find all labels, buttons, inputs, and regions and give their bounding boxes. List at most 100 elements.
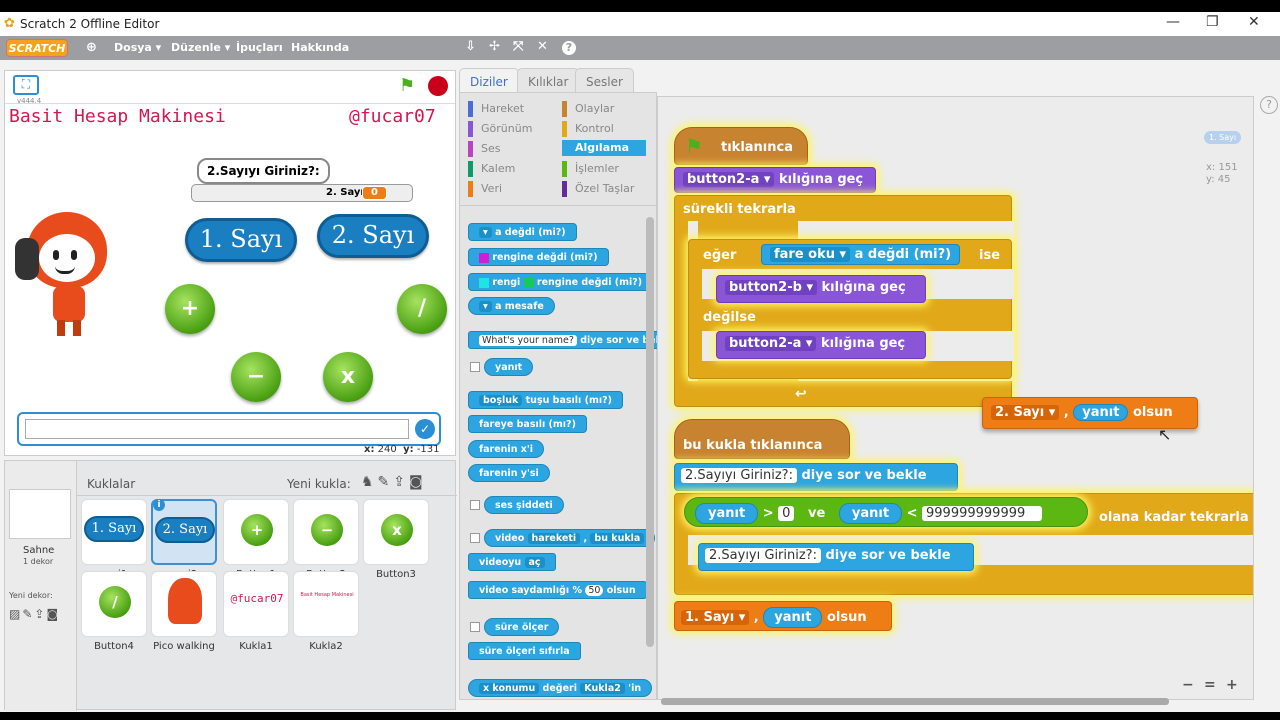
block-reset-timer[interactable]: süre ölçeri sıfırla bbox=[468, 642, 581, 660]
when-flag-clicked-block[interactable]: ⚑ tıklanınca bbox=[674, 127, 808, 165]
cat-more[interactable]: Özel Taşlar bbox=[562, 181, 646, 197]
sprite-thumb-6[interactable] bbox=[151, 571, 217, 637]
shrink-icon[interactable]: ✕ bbox=[537, 39, 548, 54]
cat-operators[interactable]: İşlemler bbox=[562, 161, 646, 177]
backdrop-tools-icon[interactable]: ▨✎⇪◙ bbox=[9, 607, 60, 621]
zoom-out-icon[interactable]: − bbox=[1182, 677, 1194, 693]
loudness-checkbox[interactable] bbox=[470, 500, 480, 510]
tab-costumes[interactable]: Kılıklar bbox=[517, 68, 580, 94]
block-touching[interactable]: ▾ a değdi (mi?) bbox=[468, 223, 577, 241]
green-flag-icon[interactable]: ⚑ bbox=[399, 75, 415, 96]
ask-block-2[interactable]: 2.Sayıyı Giriniz?: diye sor ve bekle bbox=[698, 543, 974, 571]
minimize-button[interactable]: — bbox=[1166, 14, 1180, 30]
multiply-button-sprite[interactable]: x bbox=[323, 352, 373, 402]
stop-icon[interactable] bbox=[428, 76, 448, 96]
sprite-thumb-0[interactable]: 1. Sayı bbox=[81, 499, 147, 565]
zoom-reset-icon[interactable]: = bbox=[1204, 677, 1216, 693]
sprite-thumb-image: 2. Sayı bbox=[155, 517, 215, 543]
block-distance[interactable]: ▾ a mesafe bbox=[468, 297, 555, 315]
menu-about[interactable]: Hakkında bbox=[291, 41, 349, 54]
delete-icon[interactable]: ✢ bbox=[489, 39, 500, 54]
stage-thumbnail[interactable] bbox=[9, 489, 71, 539]
tab-sounds[interactable]: Sesler bbox=[575, 68, 634, 94]
pico-walking-sprite[interactable] bbox=[15, 208, 119, 340]
sprite-thumb-8[interactable]: Basit Hesap Makinesi bbox=[293, 571, 359, 637]
info-icon[interactable]: i bbox=[153, 499, 165, 511]
sprite-thumb-1[interactable]: 2. Sayı i bbox=[151, 499, 217, 565]
cat-events[interactable]: Olaylar bbox=[562, 101, 646, 117]
block-video-sensing[interactable]: video hareketi , bu kukla bbox=[484, 529, 656, 547]
help-tips-icon[interactable]: ? bbox=[1260, 96, 1278, 114]
zoom-in-icon[interactable]: + bbox=[1226, 677, 1238, 693]
divide-button-sprite[interactable]: / bbox=[397, 284, 447, 334]
block-video-transparency[interactable]: video saydamlığı % 50 olsun bbox=[468, 581, 647, 599]
timer-checkbox[interactable] bbox=[470, 622, 480, 632]
duplicate-icon[interactable]: ⇩ bbox=[465, 39, 476, 54]
cat-sensing[interactable]: Algılama bbox=[562, 140, 646, 156]
globe-icon[interactable]: ⊕ bbox=[86, 40, 97, 55]
sprite-thumb-5[interactable]: / bbox=[81, 571, 147, 637]
answer-checkbox[interactable] bbox=[470, 362, 480, 372]
block-of[interactable]: x konumu değeri Kukla2 'in bbox=[468, 679, 653, 697]
menu-edit[interactable]: Düzenle ▾ bbox=[171, 41, 230, 54]
sprite-thumb-3[interactable]: − bbox=[293, 499, 359, 565]
restore-button[interactable]: ❐ bbox=[1206, 14, 1219, 30]
ask-block-1[interactable]: 2.Sayıyı Giriniz?: diye sor ve bekle bbox=[674, 463, 958, 491]
minus-button-sprite[interactable]: − bbox=[231, 352, 281, 402]
block-mouse-y[interactable]: farenin y'si bbox=[468, 464, 550, 482]
presentation-mode-icon[interactable]: ⛶ bbox=[13, 75, 39, 95]
sprite-thumb-image: x bbox=[381, 514, 413, 546]
answer-input[interactable] bbox=[25, 419, 409, 439]
block-loudness[interactable]: ses şiddeti bbox=[484, 496, 564, 514]
cat-motion[interactable]: Hareket bbox=[468, 101, 552, 117]
cat-sound[interactable]: Ses bbox=[468, 141, 552, 157]
block-turn-video[interactable]: videoyu aç bbox=[468, 553, 556, 571]
palette-scrollbar[interactable] bbox=[646, 217, 654, 647]
scratch-logo[interactable]: SCRATCH bbox=[6, 39, 68, 57]
plus-button-sprite[interactable]: + bbox=[165, 284, 215, 334]
tab-scripts[interactable]: Diziler bbox=[459, 68, 519, 94]
menu-tips[interactable]: İpuçları bbox=[236, 41, 283, 54]
cat-control[interactable]: Kontrol bbox=[562, 121, 646, 137]
set-variable-block[interactable]: 1. Sayı ▾ , yanıt olsun bbox=[674, 601, 892, 631]
block-mouse-down[interactable]: fareye basılı (mı?) bbox=[468, 415, 587, 433]
block-timer[interactable]: süre ölçer bbox=[484, 618, 560, 636]
stage-canvas[interactable]: Basit Hesap Makinesi @fucar07 2. Sayı 0 … bbox=[5, 103, 455, 455]
and-condition[interactable]: yanıt > 0 ve yanıt < 999999999999 bbox=[684, 497, 1088, 527]
sprite-thumb-7[interactable]: @fucar07 bbox=[223, 571, 289, 637]
sprite-thumb-2[interactable]: + bbox=[223, 499, 289, 565]
sayi1-sprite[interactable]: 1. Sayı bbox=[185, 218, 297, 262]
sprite-thumb-image bbox=[168, 578, 202, 624]
scripts-hscrollbar[interactable] bbox=[661, 698, 1169, 705]
sayi2-sprite[interactable]: 2. Sayı bbox=[317, 214, 429, 258]
cat-data[interactable]: Veri bbox=[468, 181, 552, 197]
help-icon[interactable]: ? bbox=[562, 41, 576, 55]
cat-looks[interactable]: Görünüm bbox=[468, 121, 552, 137]
menu-bar: SCRATCH ⊕ Dosya ▾ Düzenle ▾ İpuçları Hak… bbox=[0, 36, 1280, 60]
block-answer[interactable]: yanıt bbox=[484, 358, 534, 376]
switch-costume-block-3[interactable]: button2-a ▾ kılığına geç bbox=[716, 331, 926, 359]
video-checkbox[interactable] bbox=[470, 533, 480, 543]
new-sprite-tools-icon[interactable]: ♞✎⇪◙ bbox=[361, 474, 427, 490]
block-color-touching[interactable]: rengi rengine değdi (mi?) bbox=[468, 273, 654, 291]
switch-costume-block-2[interactable]: button2-b ▾ kılığına geç bbox=[716, 275, 926, 303]
touching-condition[interactable]: fare oku ▾ a değdi (mi?) bbox=[761, 244, 961, 265]
cat-pen[interactable]: Kalem bbox=[468, 161, 552, 177]
block-key-pressed[interactable]: boşluk tuşu basılı (mı?) bbox=[468, 391, 623, 409]
sprite-thumb-4[interactable]: x bbox=[363, 499, 429, 565]
sprite-thumb-image: 1. Sayı bbox=[84, 516, 144, 542]
switch-costume-block-1[interactable]: button2-a ▾ kılığına geç bbox=[674, 167, 876, 193]
close-button[interactable]: ✕ bbox=[1248, 14, 1260, 30]
sprite-thumb-image: + bbox=[241, 514, 273, 546]
check-icon[interactable]: ✓ bbox=[415, 419, 435, 439]
grow-icon[interactable]: ⤧ bbox=[513, 39, 523, 54]
block-mouse-x[interactable]: farenin x'i bbox=[468, 440, 545, 458]
menu-file[interactable]: Dosya ▾ bbox=[114, 41, 161, 54]
title-bar: ✿ Scratch 2 Offline Editor — ❐ ✕ bbox=[0, 12, 1280, 36]
block-touching-color[interactable]: rengine değdi (mi?) bbox=[468, 248, 609, 266]
sprite-thumb-image: Basit Hesap Makinesi bbox=[300, 592, 354, 598]
mouse-cursor-icon: ↖ bbox=[1158, 425, 1172, 444]
sprite-thumb-label: Kukla2 bbox=[309, 641, 343, 652]
scripts-area[interactable]: 1. Sayı x: 151 y: 45 ⚑ tıklanınca button2… bbox=[657, 96, 1254, 700]
when-sprite-clicked-block[interactable]: bu kukla tıklanınca bbox=[674, 419, 850, 459]
